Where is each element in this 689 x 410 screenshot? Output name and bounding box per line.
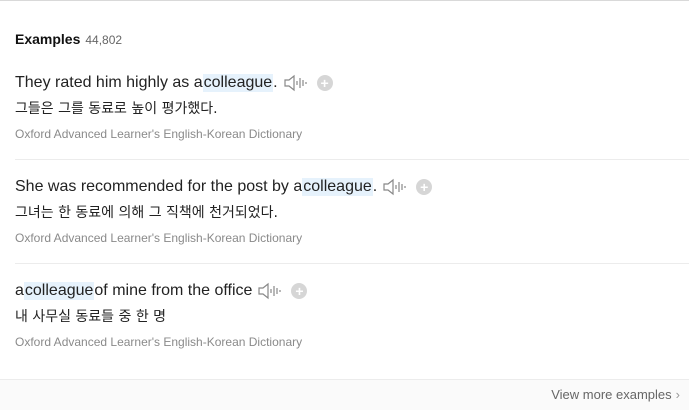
example-translation: 그녀는 한 동료에 의해 그 직책에 천거되었다.	[15, 205, 278, 221]
add-to-wordbook-button[interactable]: +	[291, 283, 308, 299]
view-more-label: View more examples	[551, 387, 672, 402]
example-source[interactable]: Oxford Advanced Learner's English-Korean…	[15, 335, 689, 349]
example-item: a colleague of mine from the office + 내 …	[15, 280, 689, 349]
sentence-text: of mine from the office	[94, 282, 253, 299]
speaker-icon[interactable]	[383, 178, 407, 196]
sentence-text: .	[273, 74, 278, 91]
highlighted-word[interactable]: colleague	[302, 178, 373, 196]
example-item: They rated him highly as a colleague. + …	[15, 72, 689, 141]
example-sentence: a colleague of mine from the office +	[15, 280, 689, 302]
highlighted-word[interactable]: colleague	[202, 74, 274, 92]
example-source[interactable]: Oxford Advanced Learner's English-Korean…	[15, 127, 689, 141]
sentence-text: They rated him highly as a	[15, 74, 203, 91]
sentence-text: She was recommended for the post by a	[15, 178, 303, 195]
example-source[interactable]: Oxford Advanced Learner's English-Korean…	[15, 231, 689, 245]
highlighted-word[interactable]: colleague	[23, 282, 95, 300]
view-more-examples-link[interactable]: View more examples ›	[551, 387, 680, 402]
examples-title: Examples	[15, 31, 81, 47]
example-item: She was recommended for the post by a co…	[15, 176, 689, 245]
examples-count: 44,802	[85, 33, 123, 47]
example-sentence: They rated him highly as a colleague. +	[15, 72, 689, 94]
top-divider	[0, 0, 689, 1]
chevron-right-icon: ›	[675, 387, 680, 402]
speaker-icon[interactable]	[258, 282, 282, 300]
speaker-icon[interactable]	[284, 74, 308, 92]
add-to-wordbook-button[interactable]: +	[316, 75, 333, 91]
example-translation: 내 사무실 동료들 중 한 명	[15, 309, 167, 325]
examples-footer: View more examples ›	[0, 379, 689, 410]
divider	[15, 263, 689, 264]
example-sentence: She was recommended for the post by a co…	[15, 176, 689, 198]
add-to-wordbook-button[interactable]: +	[416, 179, 433, 195]
divider	[15, 159, 689, 160]
sentence-text: .	[372, 178, 378, 195]
example-translation: 그들은 그를 동료로 높이 평가했다.	[15, 101, 218, 117]
examples-header: Examples 44,802	[15, 31, 122, 47]
sentence-text: a	[15, 282, 24, 299]
